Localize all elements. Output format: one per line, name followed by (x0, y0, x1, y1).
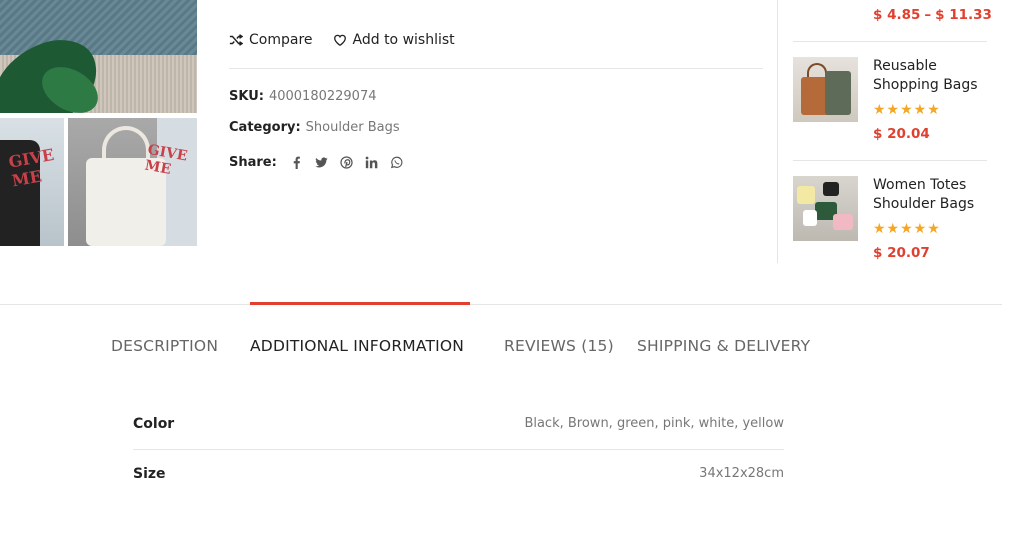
tab-additional-information[interactable]: ADDITIONAL INFORMATION (250, 337, 464, 355)
category-label: Category: (229, 120, 301, 135)
price-range-from: $ 4.85 (873, 7, 921, 23)
linkedin-icon[interactable] (365, 156, 378, 169)
sku-row: SKU: 4000180229074 (229, 89, 377, 104)
attribute-row-size: Size 34x12x28cm (133, 466, 784, 516)
share-row: Share: (229, 155, 403, 170)
product-thumbnail-white-bag[interactable]: GIVE ME (68, 118, 197, 246)
pinterest-icon[interactable] (340, 156, 353, 169)
twitter-icon[interactable] (315, 156, 328, 169)
add-to-wishlist-button[interactable]: Add to wishlist (333, 32, 455, 48)
rating-stars: ★★★★★ (873, 102, 941, 118)
shuffle-icon (229, 34, 243, 46)
sidebar-separator (793, 41, 987, 42)
sidebar-separator (793, 160, 987, 161)
sidebar-product-title[interactable]: Women Totes Shoulder Bags (873, 176, 991, 214)
share-label: Share: (229, 155, 277, 170)
category-row: Category: Shoulder Bags (229, 120, 400, 135)
attribute-value: Black, Brown, green, pink, white, yellow (524, 416, 784, 431)
tab-reviews[interactable]: REVIEWS (15) (504, 337, 614, 355)
heart-icon (333, 34, 346, 47)
sidebar-product-price: $ 20.04 (873, 126, 930, 142)
tab-description[interactable]: DESCRIPTION (111, 337, 218, 355)
product-actions: Compare Add to wishlist (229, 32, 455, 48)
sidebar-product-price: $ 20.07 (873, 245, 930, 261)
product-thumbnail-black-bag[interactable]: GIVE ME (0, 118, 64, 246)
sidebar-product-thumbnail[interactable] (793, 176, 858, 241)
sidebar-product-title[interactable]: Reusable Shopping Bags (873, 57, 991, 95)
tab-shipping-delivery[interactable]: SHIPPING & DELIVERY (637, 337, 810, 355)
product-main-image[interactable] (0, 0, 197, 113)
sku-label: SKU: (229, 89, 264, 104)
compare-button[interactable]: Compare (229, 32, 313, 48)
attribute-label: Size (133, 466, 166, 482)
thumbnail-bag-yellow (797, 186, 815, 204)
attribute-divider (133, 449, 784, 450)
sidebar-product-item[interactable]: Women Totes Shoulder Bags ★★★★★ $ 20.07 (793, 176, 987, 266)
facebook-icon[interactable] (290, 156, 303, 169)
sidebar-product-thumbnail[interactable] (793, 57, 858, 122)
sidebar-price-range: $ 4.85– $ 11.33 (873, 7, 992, 23)
thumbnail-bag-pink (833, 214, 853, 230)
share-icons (290, 156, 403, 169)
meta-divider (229, 68, 763, 69)
thumbnail-bag-white (803, 210, 817, 226)
sku-value: 4000180229074 (268, 89, 377, 104)
attribute-label: Color (133, 416, 175, 432)
category-link[interactable]: Shoulder Bags (306, 120, 400, 135)
price-range-to: $ 11.33 (935, 7, 992, 23)
thumbnail-print-logo: GIVE ME (7, 145, 56, 191)
thumbnail-bag-green (825, 71, 851, 115)
sidebar-product-item[interactable]: Reusable Shopping Bags ★★★★★ $ 20.04 (793, 57, 987, 147)
rating-stars: ★★★★★ (873, 221, 941, 237)
sidebar-divider (777, 0, 778, 263)
attribute-row-color: Color Black, Brown, green, pink, white, … (133, 416, 784, 466)
price-range-separator: – (924, 7, 932, 23)
tabs-border (0, 304, 1002, 305)
compare-label: Compare (249, 32, 313, 48)
active-tab-indicator (250, 302, 470, 305)
whatsapp-icon[interactable] (390, 156, 403, 169)
wishlist-label: Add to wishlist (352, 32, 455, 48)
attribute-value: 34x12x28cm (699, 466, 784, 481)
thumbnail-bag-black (823, 182, 839, 196)
